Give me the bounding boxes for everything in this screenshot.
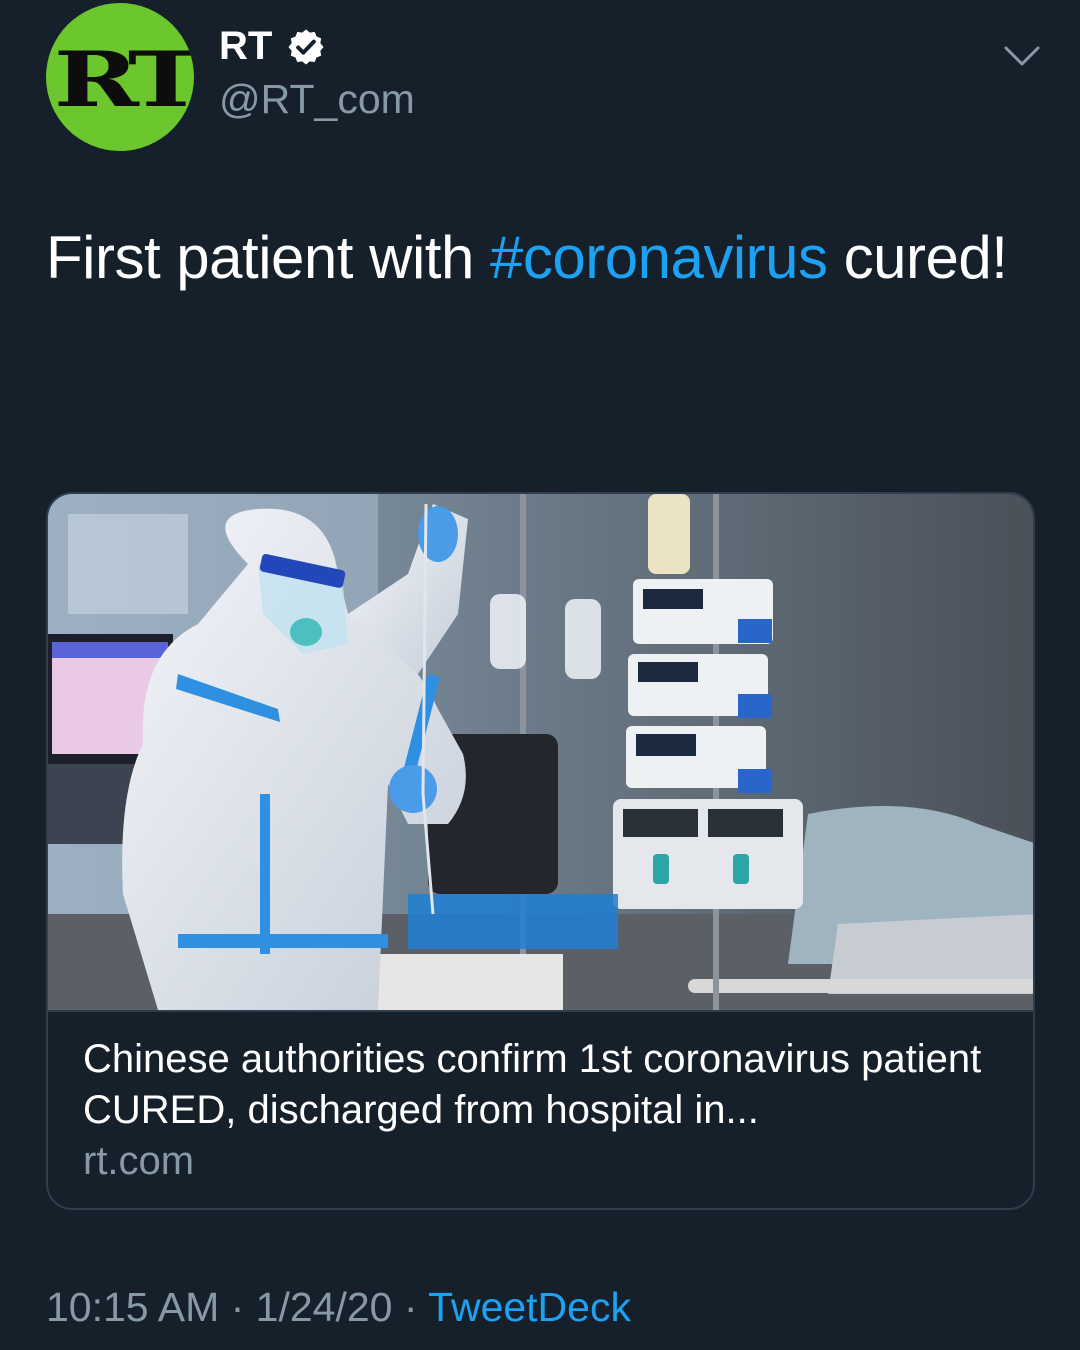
tweet-text: First patient with #coronavirus cured! (46, 212, 1026, 304)
card-image (48, 494, 1033, 1010)
display-name[interactable]: RT (219, 24, 272, 69)
tweet-text-before: First patient with (46, 224, 490, 291)
chevron-down-icon[interactable] (1000, 40, 1044, 72)
tweet-time[interactable]: 10:15 AM (46, 1284, 219, 1330)
avatar-logo-text: RT (53, 34, 194, 124)
source-link[interactable]: TweetDeck (428, 1284, 631, 1330)
meta-separator: · (219, 1284, 256, 1330)
author-name-row: RT (219, 24, 326, 69)
card-divider (48, 1010, 1033, 1012)
verified-badge-icon (288, 29, 324, 64)
author-handle[interactable]: @RT_com (219, 76, 415, 123)
hashtag-link[interactable]: #coronavirus (490, 224, 828, 291)
card-title[interactable]: Chinese authorities confirm 1st coronavi… (83, 1034, 1003, 1136)
meta-separator: · (392, 1284, 429, 1330)
card-domain[interactable]: rt.com (83, 1139, 194, 1184)
tweet-screen: RT RT @RT_com First patient with #corona… (0, 0, 1080, 1350)
tweet-date[interactable]: 1/24/20 (256, 1284, 393, 1330)
avatar[interactable]: RT (46, 3, 194, 151)
tweet-text-after: cured! (827, 224, 1008, 291)
tweet-meta: 10:15 AM · 1/24/20 · TweetDeck (46, 1284, 631, 1331)
link-card[interactable]: Chinese authorities confirm 1st coronavi… (46, 492, 1035, 1210)
